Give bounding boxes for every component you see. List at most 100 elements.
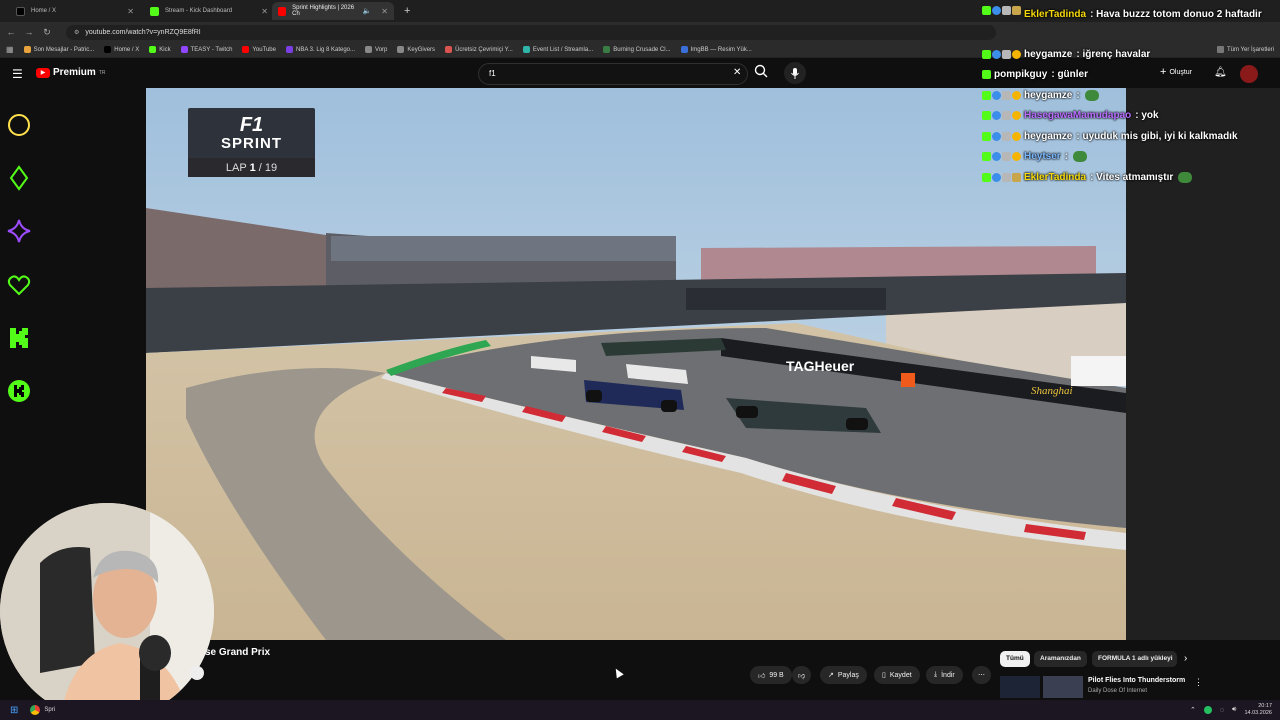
youtube-logo[interactable]: ▶ Premium TR [36, 67, 105, 78]
bookmark-item[interactable]: KeyGivers [397, 46, 435, 53]
chat-badge-icon [1002, 49, 1011, 59]
sprint-lap-overlay: F1 SPRINT LAP 1 / 19 [188, 108, 315, 177]
channel-avatar[interactable] [190, 666, 204, 680]
chat-username[interactable]: pompikguy [994, 69, 1047, 80]
recommended-channel[interactable]: Daily Dose Of Internet [1088, 688, 1147, 694]
kebab-menu-icon[interactable]: ⋮ [1194, 677, 1203, 688]
chat-username[interactable]: heygamze [1024, 90, 1072, 101]
chat-badge-icon [1012, 90, 1021, 100]
search-input[interactable]: f1 [478, 63, 748, 85]
chat-badges [982, 70, 991, 80]
save-button[interactable]: ▯ Kaydet [874, 666, 920, 684]
bookmark-label: YouTube [252, 46, 276, 53]
new-tab-button[interactable]: + [404, 5, 410, 17]
chat-message-text: Vites atmamıştır [1096, 171, 1174, 183]
url-input[interactable]: ⚙ youtube.com/watch?v=ynRZQ9E8fRI [66, 24, 996, 40]
voice-search-button[interactable] [784, 62, 806, 84]
lap-current: 1 [249, 161, 256, 174]
chip-all[interactable]: Tümü [1000, 651, 1030, 667]
kick-badge-icon [8, 380, 30, 402]
chat-username[interactable]: heygamze [1024, 49, 1072, 60]
chip-from-search[interactable]: Aramanızdan [1034, 651, 1087, 667]
close-icon[interactable]: ✕ [381, 7, 388, 16]
recommended-thumbnail-1[interactable] [1000, 676, 1040, 698]
streamer-webcam [0, 503, 214, 720]
search-button[interactable] [754, 64, 770, 82]
chat-badge-icon [1002, 172, 1011, 182]
share-button[interactable]: ↗ Paylaş [820, 666, 867, 684]
recommended-title[interactable]: Pilot Flies Into Thunderstorm [1088, 677, 1185, 684]
search-icon [754, 64, 768, 78]
bookmark-item[interactable]: TEASY - Twitch [180, 46, 232, 53]
bookmark-item[interactable]: Home / X [104, 46, 139, 53]
chevron-up-icon[interactable]: ⌃ [1190, 706, 1196, 714]
more-actions-button[interactable]: ⋯ [972, 666, 991, 684]
bookmark-item[interactable]: Son Mesajlar - Patric... [23, 46, 95, 53]
bookmark-icon: ▯ [882, 672, 886, 679]
chat-message-text: yok [1141, 110, 1159, 122]
bookmark-label: Kick [159, 46, 171, 53]
banner-text: TAGHeuer [786, 358, 855, 374]
bookmark-favicon-icon [149, 46, 157, 53]
chat-badge-icon [1002, 6, 1011, 15]
chat-username[interactable]: Heytser [1024, 151, 1061, 162]
chip-uploader[interactable]: FORMULA 1 adlı yükleyi [1092, 651, 1177, 667]
site-info-icon[interactable]: ⚙ [74, 29, 79, 36]
bookmark-item[interactable]: Kick [149, 46, 171, 53]
chat-username[interactable]: heygamze [1024, 131, 1072, 142]
back-icon[interactable]: ← [4, 27, 18, 37]
chat-username[interactable]: HasegawaMamudapao [1024, 110, 1131, 121]
hamburger-menu-icon[interactable]: ☰ [12, 67, 23, 81]
chat-badges [982, 111, 1021, 121]
tab-x[interactable]: Home / X ✕ [16, 2, 134, 20]
chat-badge-icon [992, 6, 1001, 15]
lap-total: / 19 [258, 161, 278, 174]
bookmark-item[interactable]: YouTube [242, 46, 276, 53]
chat-badges [982, 152, 1021, 162]
speaker-icon[interactable]: 🔈 [363, 7, 372, 15]
chat-message: HasegawaMamudapao: yok [982, 106, 1278, 127]
clear-search-icon[interactable]: ✕ [733, 67, 741, 78]
bookmark-item[interactable]: NBA 3. Lig 8 Katego... [285, 46, 355, 53]
clock-time[interactable]: 20:17 [1258, 703, 1272, 710]
clock-date[interactable]: 14.03.2026 [1244, 710, 1272, 717]
chat-username[interactable]: EklerTadinda [1024, 9, 1086, 20]
stream-chat-overlay: EklerTadinda: Hava buzzz totom donuo 2 h… [982, 3, 1278, 188]
chat-message: EklerTadinda: Vites atmamıştır [982, 167, 1278, 188]
chat-message-text: uyuduk mis gibi, iyi ki kalkmadık [1082, 130, 1238, 142]
bookmark-item[interactable]: Vorp [365, 46, 387, 53]
forward-icon[interactable]: → [22, 27, 36, 37]
youtube-icon [278, 6, 287, 16]
chat-badge-icon [982, 131, 991, 141]
bookmark-label: KeyGivers [407, 46, 436, 53]
chat-separator: : [1076, 89, 1080, 101]
chrome-icon[interactable] [30, 705, 41, 715]
recommended-thumbnail-2[interactable] [1043, 676, 1083, 698]
bookmark-label: Son Mesajlar - Patric... [33, 46, 95, 53]
windows-start-icon[interactable]: ⊞ [10, 705, 18, 716]
bookmark-item[interactable]: Ücretsiz Çevrimiçi Y... [445, 46, 513, 53]
network-icon[interactable]: ◌ [1220, 707, 1224, 714]
close-icon[interactable]: ✕ [261, 7, 268, 16]
download-button[interactable]: ⤓ İndir [926, 666, 963, 684]
tray-app-icon[interactable] [1203, 706, 1212, 714]
chat-username[interactable]: EklerTadinda [1024, 172, 1086, 183]
bookmark-item[interactable]: Event List / Streamla... [522, 46, 593, 53]
dislike-button[interactable]: 👎︎ [792, 666, 812, 684]
like-button[interactable]: 👍︎ 99 B [750, 666, 792, 684]
chevron-right-icon[interactable]: › [1184, 653, 1187, 664]
tab-kick[interactable]: Stream - Kick Dashboard ✕ [150, 2, 268, 20]
webcam-feed [0, 503, 214, 720]
tab-youtube[interactable]: Sprint Highlights | 2026 Ch 🔈 ✕ [272, 2, 394, 20]
reload-icon[interactable]: ↻ [40, 27, 54, 38]
close-icon[interactable]: ✕ [127, 7, 134, 16]
bookmark-favicon-icon [445, 46, 453, 53]
bookmark-item[interactable]: ImgBB — Resim Yük... [680, 46, 752, 53]
volume-icon[interactable]: 🔊︎ [1232, 706, 1236, 714]
x-logo-icon [16, 6, 25, 16]
apps-grid-icon[interactable]: ▦ [6, 45, 14, 54]
download-label: İndir [941, 671, 955, 679]
chat-message: heygamze: iğrenç havalar [982, 44, 1278, 65]
chat-text: heygamze: iğrenç havalar [1024, 49, 1150, 60]
bookmark-item[interactable]: Burning Crusade Cl... [603, 46, 671, 53]
